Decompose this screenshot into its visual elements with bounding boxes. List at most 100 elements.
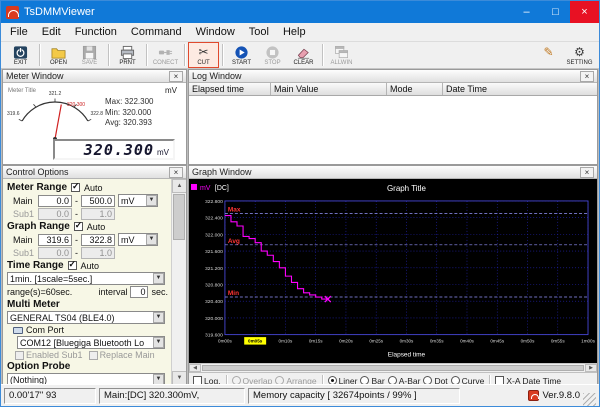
log-window-titlebar[interactable]: Log Window × [189,70,597,83]
meter-range-main-from-input[interactable]: 0.0 [38,194,72,207]
meter-stat-max: Max: 322.300 [105,97,154,106]
meter-range-sub1-to-input[interactable]: 1.0 [81,208,115,220]
menu-item-edit[interactable]: Edit [35,24,68,40]
interval-input[interactable]: 0 [130,286,149,298]
graph-hscrollbar[interactable]: ◀ ▶ [189,362,597,372]
toolbar-separator [108,44,109,66]
hscrollbar-thumb[interactable] [202,364,584,371]
window-buttons: – □ × [512,1,599,23]
menu-item-window[interactable]: Window [189,24,242,40]
meter-range-unit-select[interactable]: mV ▼ [118,194,158,207]
gear-icon: ⚙ [574,45,585,59]
minimize-button[interactable]: – [512,1,541,23]
toolbar-right-group: ✎ ⚙ SETTING [533,42,595,68]
menu-item-command[interactable]: Command [124,24,189,40]
toolbar-button-label: SAVE [81,60,98,66]
version-label: Ver.9.8.0 [542,390,580,401]
scroll-down-arrow-icon[interactable]: ▼ [172,371,186,385]
printer-icon [120,44,135,60]
meter-range-sub1-from-input[interactable]: 0.0 [38,208,72,220]
menu-item-file[interactable]: File [3,24,35,40]
menu-item-function[interactable]: Function [68,24,124,40]
scroll-right-arrow-icon[interactable]: ▶ [585,363,597,372]
time-range-note: range(s)=60sec. [7,287,73,297]
graph-range-sub1-label: Sub1 [13,248,35,258]
graph-window-close-button[interactable]: × [580,166,594,178]
scrollbar-thumb[interactable] [173,194,185,240]
toolbar-open-button[interactable]: OPEN [43,42,74,68]
window-title: TsDMMViewer [24,6,95,18]
mdi-area: Meter Window × Meter Title 319.6 321.2 3… [1,69,599,386]
svg-text:321.600: 321.600 [205,249,223,255]
svg-text:0m10s: 0m10s [279,339,293,344]
toolbar-clear-button[interactable]: CLEAR [288,42,319,68]
replace-main-checkbox[interactable] [88,350,98,360]
graph-range-unit-select[interactable]: mV ▼ [118,233,158,246]
status-memory: Memory capacity [ 32674points / 99% ] [248,387,460,404]
enabled-sub1-checkbox[interactable] [15,350,24,360]
graph-window-titlebar[interactable]: Graph Window × [189,166,597,179]
multi-meter-select[interactable]: GENERAL TS04 (BLE4.0) ▼ [7,311,165,324]
legend-mode-label: [DC] [215,185,229,192]
time-range-select[interactable]: 1min. [1scale=5sec.] ▼ [7,272,165,285]
com-port-select[interactable]: COM12 [Bluegiga Bluetooth Lo ▼ [17,336,165,349]
close-button[interactable]: × [570,1,599,23]
meter-range-main-to-input[interactable]: 500.0 [81,194,115,207]
control-options-window: Control Options × Meter Range Auto Main … [2,165,187,386]
svg-text:0m30s: 0m30s [400,339,414,344]
com-port-icon [13,326,23,334]
scroll-up-arrow-icon[interactable]: ▲ [172,179,186,193]
meter-window: Meter Window × Meter Title 319.6 321.2 3… [2,69,187,165]
toolbar-allwin-button[interactable]: ALLWIN [326,42,357,68]
graph-range-main-to-input[interactable]: 322.8 [81,233,115,246]
toolbar-start-button[interactable]: START [226,42,257,68]
toolbar-print-button[interactable]: PRNT [112,42,143,68]
svg-text:322.400: 322.400 [205,216,223,222]
gauge-scale-left: 319.6 [7,111,20,117]
toolbar-cut-button[interactable]: ✂ CUT [188,42,219,68]
chevron-down-icon: ▼ [153,312,164,323]
control-options-close-button[interactable]: × [169,166,183,178]
log-table-header: Elapsed time Main Value Mode Date Time [189,83,597,96]
toolbar-connect-button[interactable]: CONECT [150,42,181,68]
graph-range-label: Graph Range [7,221,70,232]
maximize-button[interactable]: □ [541,1,570,23]
toolbar-button-label: ALLWIN [330,60,353,66]
toolbar-stop-button[interactable]: STOP [257,42,288,68]
log-table-body[interactable] [189,96,597,164]
svg-text:320.000: 320.000 [205,316,223,322]
range-dash: - [75,209,78,219]
range-dash: - [75,234,78,245]
meter-window-titlebar[interactable]: Meter Window × [3,70,186,83]
log-window-close-button[interactable]: × [580,70,594,82]
option-probe-label: Option Probe [7,361,71,372]
scissors-icon: ✂ [198,45,209,59]
graph-range-sub1-to-input[interactable]: 1.0 [81,247,115,259]
time-range-auto-checkbox[interactable] [67,259,77,270]
toolbar-pen-button[interactable]: ✎ [533,42,564,68]
control-options-scrollbar[interactable]: ▲ ▼ [171,179,186,385]
digital-value: 320.300 [83,140,154,159]
version-icon [528,390,540,401]
scroll-left-arrow-icon[interactable]: ◀ [189,363,201,372]
graph-range-auto-checkbox[interactable] [73,220,83,231]
graph-range-sub1-from-input[interactable]: 0.0 [38,247,72,259]
meter-title-label: Meter Title [8,88,37,94]
app-icon [6,5,19,19]
menu-item-tool[interactable]: Tool [242,24,276,40]
menu-item-help[interactable]: Help [276,24,313,40]
svg-text:1m00s: 1m00s [581,339,595,344]
app-window: TsDMMViewer – □ × File Edit Function Com… [0,0,600,407]
graph-canvas[interactable]: Max Avg Min 0m00s 0m05s 0m10s 0m15s 0m20s 0m25s… [189,179,597,363]
meter-window-close-button[interactable]: × [169,70,183,82]
resize-grip[interactable] [583,393,596,406]
svg-text:0m50s: 0m50s [521,339,535,344]
toolbar-button-label: EXIT [13,60,28,66]
toolbar-setting-button[interactable]: ⚙ SETTING [564,42,595,68]
meter-range-auto-checkbox[interactable] [71,181,81,192]
titlebar[interactable]: TsDMMViewer – □ × [1,1,599,23]
toolbar-save-button[interactable]: SAVE [74,42,105,68]
control-options-titlebar[interactable]: Control Options × [3,166,186,179]
graph-range-main-from-input[interactable]: 319.6 [38,233,72,246]
toolbar-exit-button[interactable]: EXIT [5,42,36,68]
